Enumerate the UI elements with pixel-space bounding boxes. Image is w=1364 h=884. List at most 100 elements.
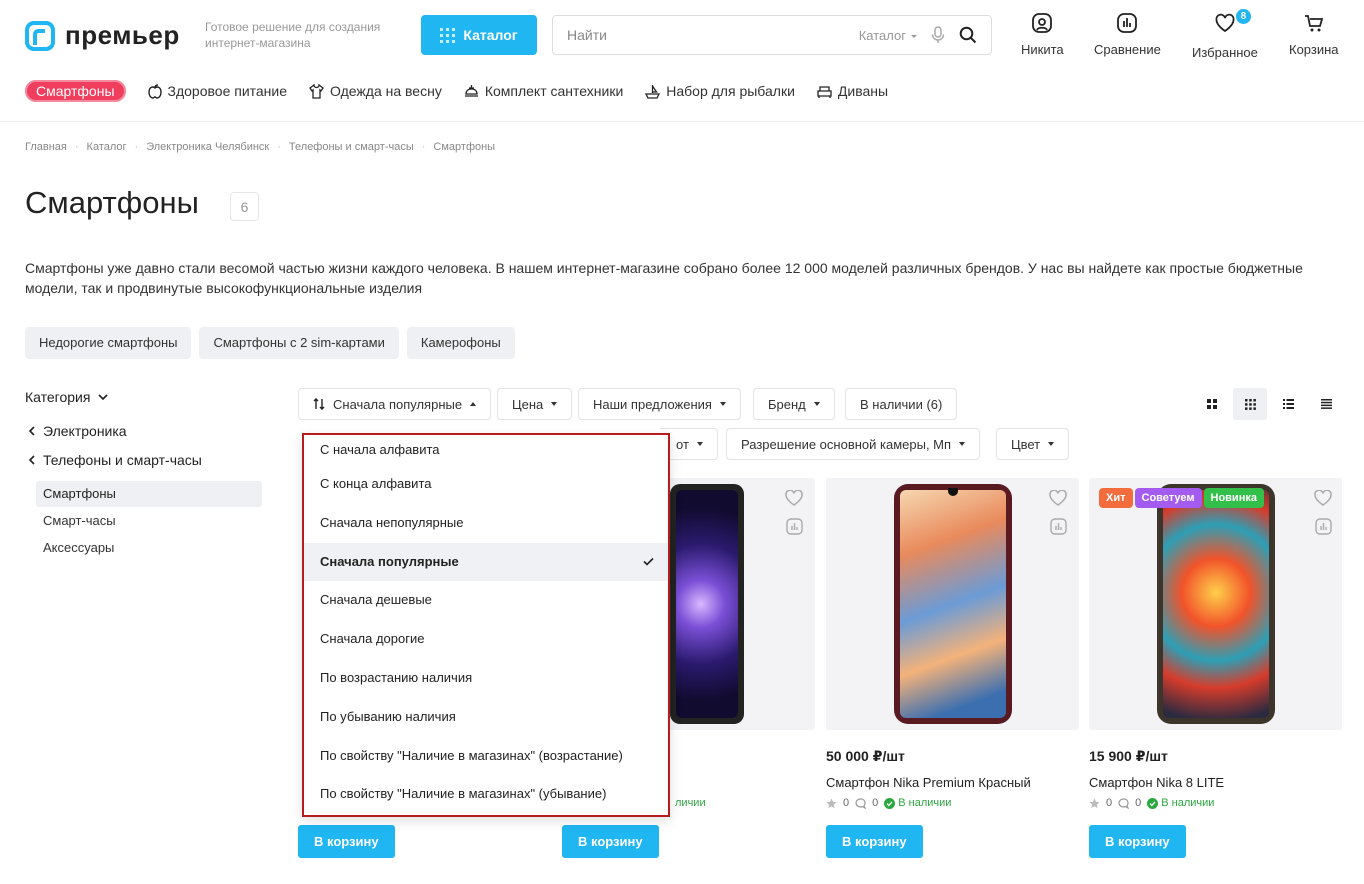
stock-label-partial: личии — [675, 797, 706, 809]
filter-label: от — [676, 436, 689, 452]
breadcrumb-link[interactable]: Телефоны и смарт-часы — [289, 141, 414, 153]
compare-icon[interactable] — [786, 518, 803, 535]
user-icon — [1032, 13, 1053, 33]
sidebar-link-label: Телефоны и смарт-часы — [43, 452, 202, 468]
stock-label: В наличии — [1161, 797, 1215, 809]
tag-dual-sim[interactable]: Смартфоны с 2 sim-картами — [199, 327, 399, 359]
heart-icon[interactable] — [1314, 490, 1332, 506]
compare-link[interactable]: Сравнение — [1094, 12, 1161, 57]
search-bar: Каталог — [552, 15, 992, 55]
catalog-button[interactable]: Каталог — [421, 15, 537, 55]
grid-large-icon — [1207, 399, 1217, 409]
comment-icon — [855, 797, 867, 809]
category-smartphones[interactable]: Смартфоны — [25, 80, 126, 102]
product-image[interactable]: Хит Советуем Новинка — [1089, 478, 1342, 730]
cart-link[interactable]: Корзина — [1289, 12, 1339, 57]
category-plumbing[interactable]: Комплект сантехники — [464, 83, 623, 99]
sort-option[interactable]: Сначала дешевые — [304, 581, 668, 620]
breadcrumb-link[interactable]: Электроника Челябинск — [146, 141, 269, 153]
category-nav: Смартфоны Здоровое питание Одежда на вес… — [25, 80, 888, 102]
compare-icon[interactable] — [1050, 518, 1067, 535]
sort-option-label: Сначала популярные — [320, 553, 459, 569]
tag-camera-phones[interactable]: Камерофоны — [406, 327, 515, 359]
compare-icon[interactable] — [1315, 518, 1332, 535]
sidebar-category-toggle[interactable]: Категория — [25, 389, 109, 405]
filter-color[interactable]: Цвет — [996, 428, 1070, 460]
view-grid-large-button[interactable] — [1195, 388, 1229, 420]
product-name[interactable]: Смартфон Nika Premium Красный — [826, 775, 1031, 790]
rating-value: 0 — [843, 797, 850, 809]
user-label: Никита — [1021, 42, 1064, 57]
category-label: Диваны — [837, 83, 889, 99]
sidebar-item-smartphones[interactable]: Смартфоны — [36, 481, 262, 507]
sort-option[interactable]: Сначала дорогие — [304, 620, 668, 659]
sort-option[interactable]: С начала алфавита — [304, 435, 668, 465]
view-table-button[interactable] — [1309, 388, 1343, 420]
filter-brand[interactable]: Бренд — [753, 388, 835, 420]
product-name[interactable]: Смартфон Nika 8 LITE — [1089, 775, 1224, 790]
sort-option[interactable]: По свойству "Наличие в магазинах" (возра… — [304, 737, 668, 776]
caret-up-icon — [470, 402, 477, 406]
view-list-button[interactable] — [1271, 388, 1305, 420]
logo[interactable]: премьер — [25, 20, 180, 51]
shirt-icon — [309, 83, 324, 99]
filter-in-stock[interactable]: В наличии (6) — [845, 388, 958, 420]
heart-icon[interactable] — [785, 490, 803, 506]
tagline: Готовое решение для создания интернет-ма… — [205, 20, 381, 50]
caret-down-icon — [813, 402, 820, 406]
view-grid-small-button[interactable] — [1233, 388, 1267, 420]
filter-price[interactable]: Цена — [497, 388, 573, 420]
category-label: Здоровое питание — [167, 83, 288, 99]
add-to-cart-button[interactable]: В корзину — [562, 825, 659, 858]
product-image[interactable] — [826, 478, 1079, 730]
add-to-cart-button[interactable]: В корзину — [826, 825, 923, 858]
user-profile-link[interactable]: Никита — [1021, 12, 1064, 57]
sidebar-link-electronics[interactable]: Электроника — [28, 423, 127, 439]
category-fishing[interactable]: Набор для рыбалки — [645, 83, 795, 99]
faucet-icon — [464, 84, 478, 97]
breadcrumb-link[interactable]: Главная — [25, 141, 67, 153]
check-circle-icon — [884, 797, 896, 809]
reviews-count: 0 — [872, 797, 879, 809]
category-healthy-food[interactable]: Здоровое питание — [147, 83, 288, 99]
grid-icon — [440, 27, 456, 43]
microphone-icon[interactable] — [931, 26, 945, 44]
search-input[interactable] — [553, 27, 859, 43]
add-to-cart-button[interactable]: В корзину — [298, 825, 395, 858]
sort-option[interactable]: Сначала непопулярные — [304, 504, 668, 543]
phone-picture — [1157, 484, 1275, 724]
sort-icon — [313, 398, 325, 410]
tag-cheap-smartphones[interactable]: Недорогие смартфоны — [25, 327, 192, 359]
sort-select[interactable]: Сначала популярные — [298, 388, 492, 420]
category-sofas[interactable]: Диваны — [817, 83, 888, 99]
breadcrumb: Главная · Каталог · Электроника Челябинск ·… — [25, 141, 496, 153]
heart-icon — [1215, 13, 1235, 33]
sidebar-item-smartwatches[interactable]: Смарт-часы — [36, 508, 262, 534]
compare-label: Сравнение — [1094, 42, 1161, 57]
category-spring-clothes[interactable]: Одежда на весну — [309, 83, 442, 99]
heart-icon[interactable] — [1049, 490, 1067, 506]
sidebar-link-phones-watches[interactable]: Телефоны и смарт-часы — [28, 452, 202, 468]
product-meta: 0 0 В наличии — [1089, 797, 1214, 809]
breadcrumb-current: Смартфоны — [433, 141, 496, 153]
caret-down-icon — [696, 442, 703, 446]
label-new: Новинка — [1203, 488, 1264, 508]
sort-option[interactable]: По возрастанию наличия — [304, 659, 668, 698]
sort-option[interactable]: С конца алфавита — [304, 465, 668, 504]
filter-offers[interactable]: Наши предложения — [578, 388, 741, 420]
filter-camera-resolution[interactable]: Разрешение основной камеры, Мп — [726, 428, 981, 460]
table-icon — [1320, 399, 1332, 409]
logo-text: премьер — [65, 20, 180, 50]
sort-option-selected[interactable]: Сначала популярные — [304, 542, 668, 582]
add-to-cart-button[interactable]: В корзину — [1089, 825, 1186, 858]
breadcrumb-link[interactable]: Каталог — [87, 141, 127, 153]
sort-option[interactable]: По свойству "Наличие в магазинах" (убыва… — [304, 775, 668, 814]
sidebar-item-accessories[interactable]: Аксессуары — [36, 535, 262, 561]
filter-label: Бренд — [768, 396, 806, 412]
sort-label: Сначала популярные — [333, 396, 463, 412]
filter-label: В наличии (6) — [860, 396, 943, 412]
search-scope-select[interactable]: Каталог — [859, 28, 917, 43]
favorites-link[interactable]: 8 Избранное — [1192, 9, 1258, 60]
sort-option[interactable]: По убыванию наличия — [304, 698, 668, 737]
search-icon[interactable] — [959, 26, 977, 44]
